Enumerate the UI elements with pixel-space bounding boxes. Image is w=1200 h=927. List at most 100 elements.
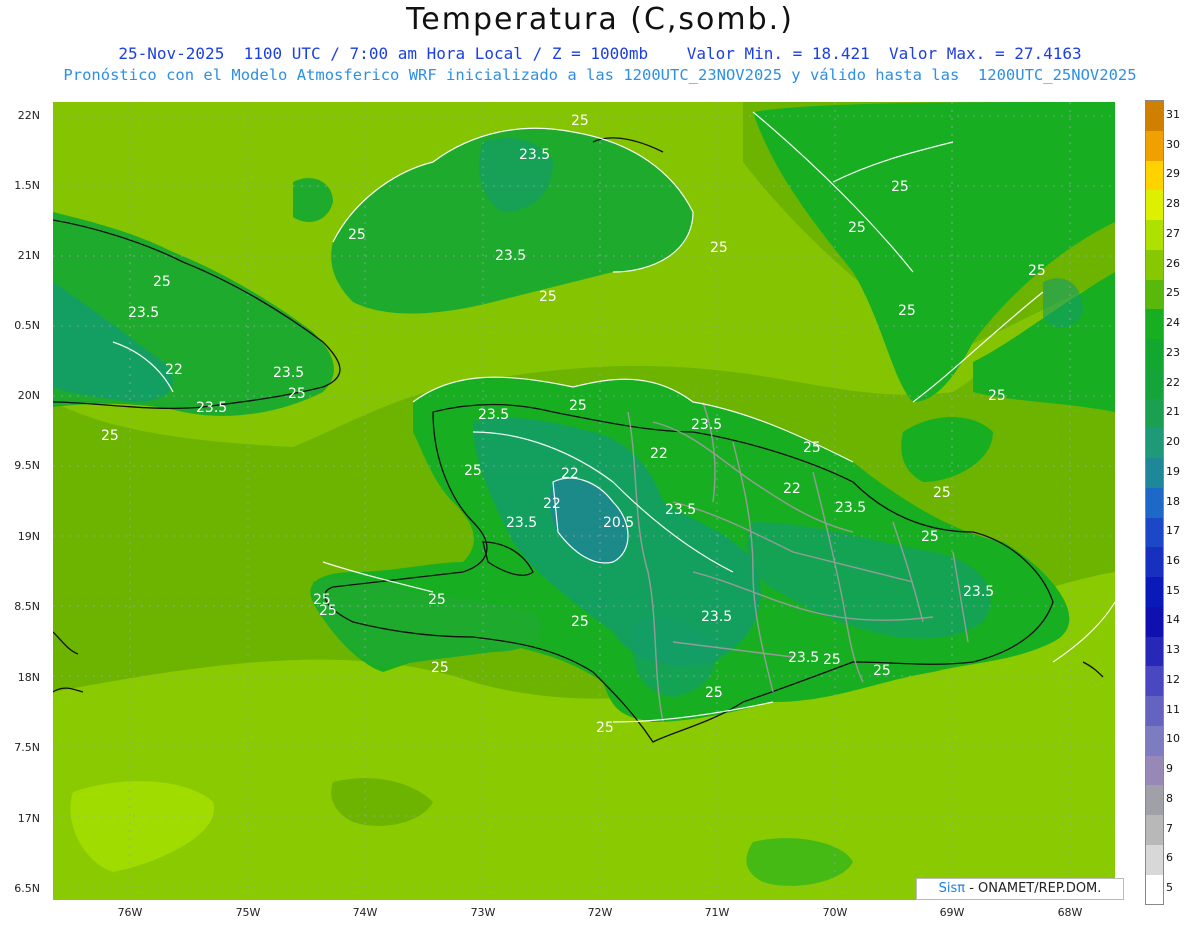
contour-label: 25 — [571, 113, 589, 129]
contour-label: 23.5 — [506, 515, 537, 531]
contour-label: 25 — [313, 592, 331, 608]
colorbar — [1145, 100, 1164, 905]
subtitle-model-info: Pronóstico con el Modelo Atmosferico WRF… — [63, 66, 1137, 84]
colorbar-swatch — [1146, 785, 1163, 816]
colorbar-label: 8 — [1166, 791, 1173, 805]
lon-label: 74W — [352, 906, 378, 919]
contour-label: 25 — [539, 289, 557, 305]
lon-label: 75W — [235, 906, 261, 919]
colorbar-label: 13 — [1166, 643, 1180, 657]
colorbar-label: 5 — [1166, 881, 1173, 895]
lat-label: 21N — [17, 249, 40, 262]
contour-label: 25 — [891, 179, 909, 195]
colorbar-label: 15 — [1166, 583, 1180, 597]
contour-label: 23.5 — [478, 407, 509, 423]
contour-label: 25 — [921, 529, 939, 545]
contour-label: 23.5 — [665, 502, 696, 518]
colorbar-swatch — [1146, 249, 1163, 280]
lon-label: 73W — [470, 906, 496, 919]
contour-label: 25 — [288, 386, 306, 402]
colorbar-swatch — [1146, 101, 1163, 131]
lat-label: 17N — [17, 812, 40, 825]
colorbar-swatch — [1146, 279, 1163, 310]
colorbar-label: 10 — [1166, 732, 1180, 746]
contour-label: 22 — [783, 481, 801, 497]
colorbar-swatch — [1146, 844, 1163, 875]
contour-label: 25 — [848, 220, 866, 236]
contour-label: 23.5 — [701, 609, 732, 625]
lat-label: 20N — [17, 389, 40, 402]
colorbar-swatch — [1146, 666, 1163, 697]
colorbar-swatch — [1146, 338, 1163, 369]
lon-label: 71W — [704, 906, 730, 919]
colorbar-swatch — [1146, 190, 1163, 221]
lon-label: 68W — [1057, 906, 1083, 919]
lat-label: 19N — [17, 530, 40, 543]
colorbar-label: 26 — [1166, 256, 1180, 270]
colorbar-swatch — [1146, 725, 1163, 756]
colorbar-label: 11 — [1166, 702, 1180, 716]
map-title: Temperatura (C,somb.) — [406, 2, 794, 37]
colorbar-swatch — [1146, 695, 1163, 726]
contour-label: 25 — [873, 663, 891, 679]
subtitle-time-range: 25-Nov-2025 1100 UTC / 7:00 am Hora Loca… — [118, 44, 1082, 63]
colorbar-label: 29 — [1166, 167, 1180, 181]
lat-label: 6.5N — [14, 882, 40, 895]
contour-label: 25 — [101, 428, 119, 444]
colorbar-swatch — [1146, 398, 1163, 429]
colorbar-label: 23 — [1166, 345, 1180, 359]
colorbar-swatch — [1146, 636, 1163, 667]
colorbar-swatch — [1146, 457, 1163, 488]
colorbar-swatch — [1146, 755, 1163, 786]
colorbar-label: 18 — [1166, 494, 1180, 508]
contour-label: 25 — [933, 485, 951, 501]
contour-label: 25 — [1028, 263, 1046, 279]
colorbar-label: 16 — [1166, 553, 1180, 567]
colorbar-swatch — [1146, 309, 1163, 340]
colorbar-label: 27 — [1166, 226, 1180, 240]
contour-label: 23.5 — [835, 500, 866, 516]
lon-label: 72W — [587, 906, 613, 919]
contour-label: 22 — [561, 466, 579, 482]
contour-label: 25 — [705, 685, 723, 701]
colorbar-swatch — [1146, 606, 1163, 637]
colorbar-label: 19 — [1166, 464, 1180, 478]
contour-label: 23.5 — [128, 305, 159, 321]
contour-label: 20.5 — [603, 515, 634, 531]
colorbar-label: 6 — [1166, 851, 1173, 865]
contour-label: 25 — [464, 463, 482, 479]
colorbar-swatch — [1146, 428, 1163, 459]
contour-label: 25 — [823, 652, 841, 668]
lon-label: 70W — [822, 906, 848, 919]
temperature-map[interactable]: 23.5 22 23.5 23.5 25 25 25 25 23.5 23.5 … — [53, 102, 1115, 900]
contour-label: 25 — [898, 303, 916, 319]
contour-label: 25 — [988, 388, 1006, 404]
contour-label: 23.5 — [788, 650, 819, 666]
lat-label: 7.5N — [14, 741, 40, 754]
lat-label: 8.5N — [14, 600, 40, 613]
contour-label: 22 — [650, 446, 668, 462]
lat-label: 9.5N — [14, 459, 40, 472]
contour-label: 23.5 — [691, 417, 722, 433]
credit-text: - ONAMET/REP.DOM. — [965, 881, 1102, 896]
contour-label: 25 — [569, 398, 587, 414]
colorbar-label: 12 — [1166, 672, 1180, 686]
contour-label: 25 — [710, 240, 728, 256]
contour-label: 25 — [153, 274, 171, 290]
contour-label: 25 — [348, 227, 366, 243]
contour-label: 25 — [431, 660, 449, 676]
lon-label: 76W — [117, 906, 143, 919]
contour-label: 23.5 — [273, 365, 304, 381]
colorbar-swatch — [1146, 547, 1163, 578]
colorbar-swatch — [1146, 487, 1163, 518]
colorbar-swatch — [1146, 368, 1163, 399]
contour-label: 25 — [803, 440, 821, 456]
sispi-logo: Sisπ — [938, 881, 966, 896]
colorbar-swatch — [1146, 874, 1163, 905]
credit-box: Sisπ - ONAMET/REP.DOM. — [916, 878, 1124, 900]
colorbar-swatch — [1146, 576, 1163, 607]
contour-label: 25 — [428, 592, 446, 608]
colorbar-label: 7 — [1166, 821, 1173, 835]
colorbar-label: 30 — [1166, 137, 1180, 151]
colorbar-label: 21 — [1166, 405, 1180, 419]
